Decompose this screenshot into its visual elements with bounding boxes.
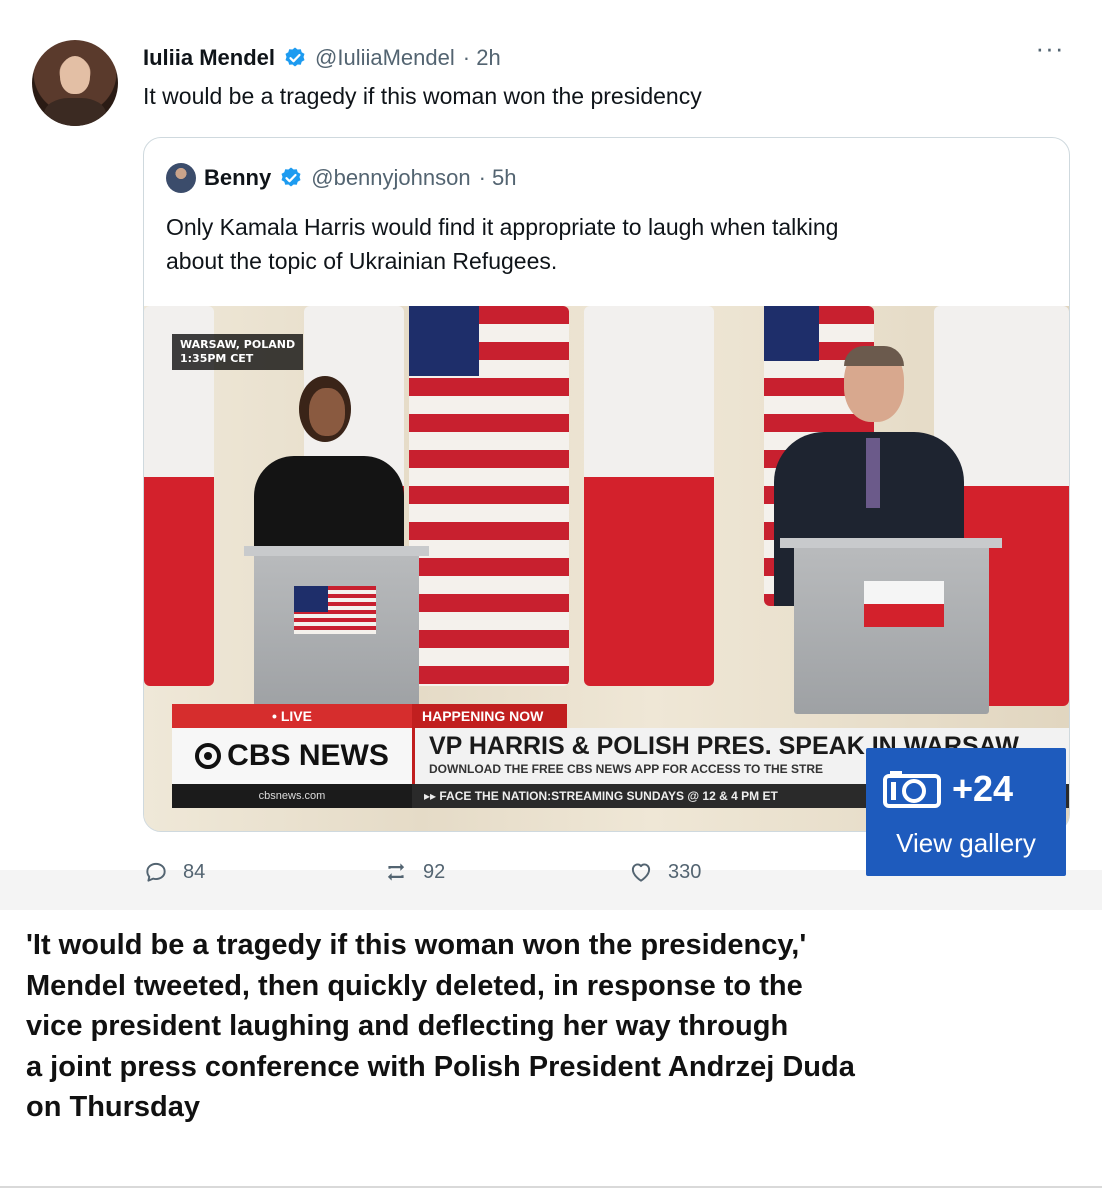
camera-icon <box>883 771 941 808</box>
author-name[interactable]: Iuliia Mendel <box>143 45 275 71</box>
verified-badge-icon <box>281 167 301 187</box>
retweet-icon <box>387 863 405 881</box>
avatar-face <box>60 56 90 94</box>
article-caption: 'It would be a tragedy if this woman won… <box>26 925 1076 1128</box>
quoted-tweet[interactable]: Benny @bennyjohnson · 5h Only Kamala Har… <box>143 137 1070 832</box>
live-tag: • LIVE <box>172 704 412 728</box>
cbs-news-logo: CBS NEWS <box>172 728 412 784</box>
quoted-author-name[interactable]: Benny <box>204 165 271 191</box>
quoted-tweet-time[interactable]: · 5h <box>479 165 517 191</box>
reply-button[interactable]: 84 <box>143 859 383 885</box>
cbs-eye-icon <box>195 743 222 769</box>
podium-us-flag <box>294 586 376 634</box>
author-line: Iuliia Mendel @IuliiaMendel · 2h <box>143 43 501 73</box>
podium-polish-flag <box>864 581 944 627</box>
podium-right <box>794 544 989 714</box>
polish-flag-mid <box>584 306 714 686</box>
caption-line: on Thursday <box>26 1091 201 1123</box>
tweet-actions: 84 92 330 <box>143 855 828 889</box>
caption-line: 'It would be a tragedy if this woman won… <box>26 929 807 961</box>
retweet-count: 92 <box>423 860 446 883</box>
location-time: 1:35PM CET <box>180 352 254 365</box>
bottom-divider <box>0 1186 1102 1188</box>
quoted-text-line: about the topic of Ukrainian Refugees. <box>166 248 558 274</box>
like-button[interactable]: 330 <box>628 859 828 885</box>
avatar-body <box>44 98 106 126</box>
verified-badge-icon <box>285 47 305 67</box>
gallery-count: +24 <box>952 768 1014 809</box>
quoted-tweet-text: Only Kamala Harris would find it appropr… <box>166 210 1046 278</box>
more-options-icon[interactable]: ··· <box>1030 35 1070 64</box>
location-line: WARSAW, POLAND <box>180 338 296 351</box>
caption-line: a joint press conference with Polish Pre… <box>26 1050 855 1083</box>
caption-line: vice president laughing and deflecting h… <box>26 1010 789 1042</box>
quoted-author-line: Benny @bennyjohnson · 5h <box>166 162 517 194</box>
quoted-author-handle[interactable]: @bennyjohnson <box>311 165 470 191</box>
quoted-author-avatar[interactable] <box>166 163 196 193</box>
reply-icon <box>146 862 166 882</box>
podium-right-top <box>780 538 1002 548</box>
retweet-button[interactable]: 92 <box>383 859 628 885</box>
author-avatar[interactable] <box>32 40 118 126</box>
caption-line: Mendel tweeted, then quickly deleted, in… <box>26 969 803 1002</box>
view-gallery-button[interactable]: +24 View gallery <box>866 748 1066 876</box>
quoted-text-line: Only Kamala Harris would find it appropr… <box>166 214 839 240</box>
reply-count: 84 <box>183 860 206 883</box>
happening-now-tag: HAPPENING NOW <box>412 704 567 728</box>
author-handle[interactable]: @IuliiaMendel <box>315 45 455 71</box>
heart-icon <box>631 863 651 882</box>
podium-left-top <box>244 546 429 556</box>
location-badge: WARSAW, POLAND 1:35PM CET <box>172 334 304 370</box>
tweet-text: It would be a tragedy if this woman won … <box>143 83 702 109</box>
network-name: CBS NEWS <box>227 739 389 772</box>
network-site: cbsnews.com <box>172 784 412 808</box>
tweet-time[interactable]: · 2h <box>463 45 501 71</box>
us-flag-center <box>409 306 569 686</box>
gallery-header: +24 <box>882 768 1013 810</box>
gallery-label: View gallery <box>896 828 1036 858</box>
like-count: 330 <box>668 860 702 883</box>
